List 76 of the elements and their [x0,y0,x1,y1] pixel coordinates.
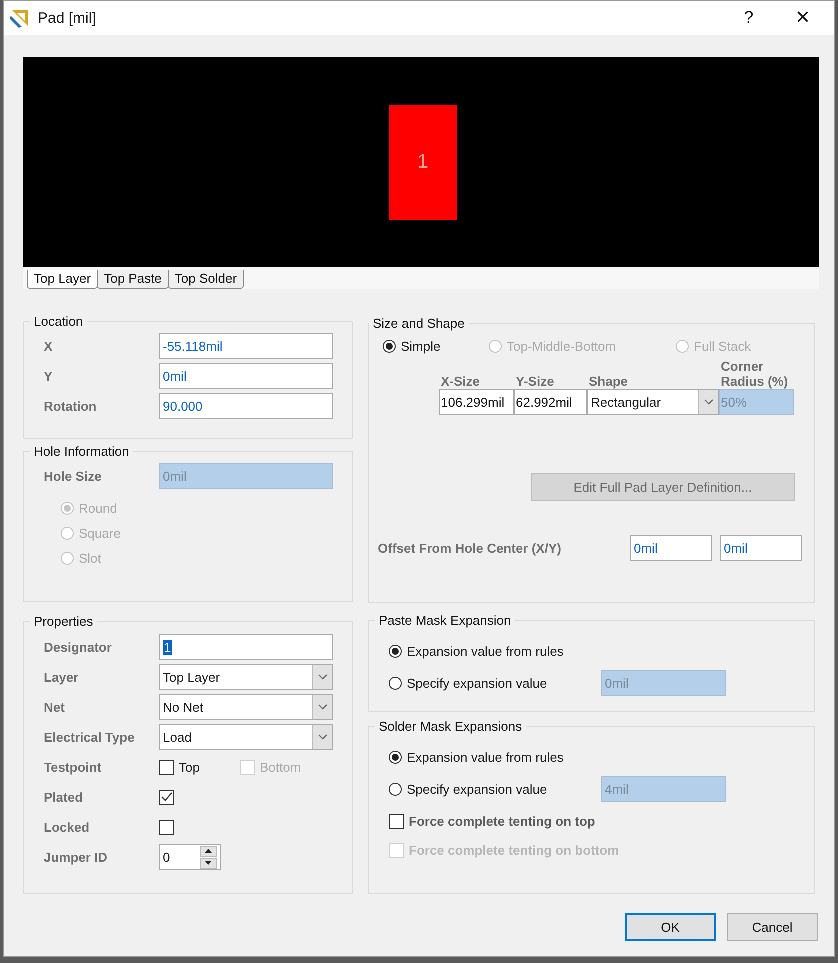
group-title: Solder Mask Expansions [378,719,524,734]
checkbox[interactable] [159,790,174,804]
column-header: Corner Radius (%) [720,359,790,389]
checkbox-label: Force complete tenting on bottom [409,842,620,858]
dropdown[interactable]: Load [159,724,333,750]
radio-label: Full Stack [694,339,752,354]
radio-label: Specify expansion value [407,782,548,796]
shape-dropdown[interactable]: Rectangular [587,389,719,415]
layer-tab[interactable]: Top Layer [27,270,98,289]
input-field[interactable]: 1 [159,634,333,660]
column-header: X-Size [440,374,482,389]
field-label: Rotation [44,398,98,414]
selected-text: 1 [163,640,172,654]
radio-label: Expansion value from rules [407,750,565,764]
radio-label: Specify expansion value [407,676,548,690]
spin-up-icon[interactable] [200,846,217,856]
close-button[interactable]: × [780,1,826,35]
ok-button[interactable]: OK [625,913,716,941]
column-header: Shape [588,374,630,389]
field-label: Hole Size [44,468,103,484]
field-label: Offset From Hole Center (X/Y) [378,540,562,556]
checkbox-label: Force complete tenting on top [409,814,596,828]
radio-label: Simple [401,339,441,354]
chevron-down-icon [312,665,332,689]
chevron-down-icon [698,390,718,414]
radio-label: Expansion value from rules [407,644,565,658]
group-title: Location [33,314,84,329]
cancel-button[interactable]: Cancel [727,913,818,941]
input-field[interactable]: 0mil [159,363,333,389]
radio-label: Round [79,501,118,516]
chevron-down-icon [312,725,332,749]
checkbox[interactable] [159,760,174,774]
help-button[interactable]: ? [726,1,772,35]
field-label: Electrical Type [44,730,136,744]
radio-label: Top-Middle-Bottom [507,339,616,354]
group-title: Size and Shape [372,316,466,331]
field-label: Jumper ID [44,850,109,864]
input-field[interactable]: 106.299mil [439,389,514,415]
field-label: X [44,338,54,354]
spinner-value: 0 [162,850,172,864]
dropdown-value: Rectangular [590,394,662,410]
group-title: Paste Mask Expansion [378,613,512,628]
input-field[interactable]: 62.992mil [514,389,587,415]
field-label: Locked [44,820,91,834]
dropdown-value: No Net [162,700,204,714]
radio-label: Square [79,526,121,541]
field-label: Designator [44,640,113,654]
field-label: Y [44,368,54,384]
app-icon [10,8,30,28]
field-label: Net [44,700,66,714]
input-field[interactable]: -55.118mil [159,333,333,359]
checkbox-label: Bottom [260,760,302,774]
input-field[interactable]: 90.000 [159,393,333,419]
radio-label: Slot [79,551,102,566]
group-title: Properties [33,614,94,629]
field-label: Plated [44,790,84,804]
dropdown-value: Load [162,730,193,744]
number-spinner[interactable]: 0 [159,844,221,870]
pad-designator: 1 [417,150,429,174]
field-label: Testpoint [44,760,103,774]
input-field[interactable]: 0mil [630,535,712,561]
window-title: Pad [mil] [38,10,96,26]
group-title: Hole Information [33,444,130,459]
checkbox[interactable] [159,820,174,834]
layer-tab[interactable]: Top Paste [97,270,169,289]
checkbox-label: Top [179,760,200,774]
column-header: Y-Size [515,374,556,389]
dropdown-value: Top Layer [162,670,222,684]
dropdown[interactable]: No Net [159,694,333,720]
chevron-down-icon [312,695,332,719]
field-label: Layer [44,670,80,684]
radio-button[interactable] [383,340,396,353]
layer-tab[interactable]: Top Solder [168,270,244,289]
input-field[interactable]: 0mil [720,535,802,561]
spin-down-icon[interactable] [200,858,217,868]
dropdown[interactable]: Top Layer [159,664,333,690]
